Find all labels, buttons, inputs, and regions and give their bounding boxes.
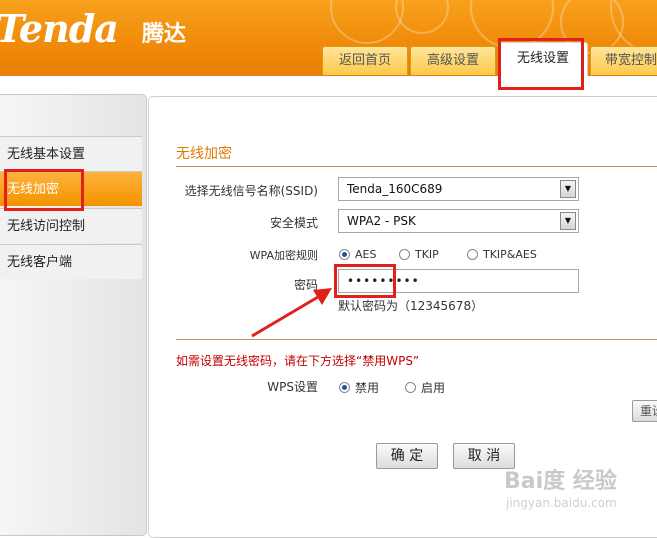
baidu-watermark: Bai度 经验: [504, 469, 617, 494]
baidu-watermark-url: jingyan.baidu.com: [506, 496, 617, 510]
annotation-arrow: [251, 288, 332, 338]
